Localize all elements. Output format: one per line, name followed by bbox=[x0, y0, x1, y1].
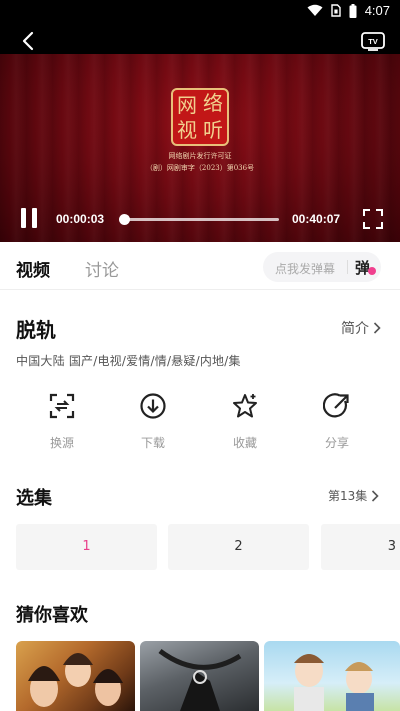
tab-discuss[interactable]: 讨论 bbox=[85, 256, 119, 281]
back-arrow-icon[interactable] bbox=[18, 30, 40, 52]
tab-video[interactable]: 视频 bbox=[16, 256, 50, 281]
tv-cast-icon[interactable]: TV bbox=[360, 30, 386, 52]
poster-figures bbox=[28, 653, 123, 707]
switch-source-label: 换源 bbox=[49, 436, 74, 450]
battery-icon bbox=[349, 3, 357, 18]
favorite-label: 收藏 bbox=[232, 436, 257, 450]
download-button[interactable]: 下载 bbox=[123, 392, 183, 451]
action-bar: 换源 下载 收藏 分享 bbox=[0, 392, 400, 458]
chevron-right-icon bbox=[373, 322, 381, 334]
svg-text:TV: TV bbox=[368, 37, 378, 46]
recommend-poster-1[interactable] bbox=[16, 641, 135, 711]
episodes-heading: 选集 bbox=[16, 488, 52, 509]
progress-slider[interactable] bbox=[119, 214, 279, 225]
episodes-more-button[interactable]: 第13集 bbox=[328, 487, 379, 504]
player-top-bar bbox=[0, 22, 400, 54]
favorite-button[interactable]: 收藏 bbox=[215, 392, 275, 451]
share-label: 分享 bbox=[324, 436, 349, 450]
intro-label: 简介 bbox=[341, 321, 369, 337]
star-icon bbox=[233, 394, 257, 418]
current-time: 00:00:03 bbox=[56, 212, 105, 226]
recommend-poster-2[interactable] bbox=[140, 641, 259, 711]
status-icons: 4:07 bbox=[307, 3, 390, 18]
danmaku-input[interactable]: 点我发弹幕 bbox=[275, 260, 335, 277]
download-label: 下载 bbox=[140, 436, 165, 450]
show-title: 脱轨 bbox=[16, 318, 56, 342]
switch-source-icon bbox=[49, 393, 75, 419]
download-icon bbox=[140, 393, 166, 419]
danmaku-divider bbox=[347, 260, 348, 274]
sim-card-icon bbox=[330, 4, 341, 17]
episode-item-2[interactable]: 2 bbox=[168, 524, 309, 570]
poster-chain bbox=[158, 648, 242, 711]
episode-item-1[interactable]: 1 bbox=[16, 524, 157, 570]
player-controls: 00:00:03 00:40:07 bbox=[0, 200, 400, 242]
status-time: 4:07 bbox=[364, 3, 390, 18]
video-player[interactable]: TV 网 络 视 听 网络剧片发行许可证 （剧）网剧审字（2023）第036号 … bbox=[0, 22, 400, 242]
fullscreen-icon[interactable] bbox=[362, 208, 384, 230]
license-title: 网络剧片发行许可证 bbox=[168, 152, 232, 160]
intro-button[interactable]: 简介 bbox=[341, 318, 381, 338]
episode-count-label: 第13集 bbox=[328, 489, 368, 503]
danmaku-bar: 点我发弹幕 弹 bbox=[263, 252, 381, 282]
content-tabs: 视频 讨论 点我发弹幕 弹 bbox=[0, 242, 400, 290]
pause-icon[interactable] bbox=[18, 208, 40, 230]
show-tags: 中国大陆 国产/电视/爱情/情/悬疑/内地/集 bbox=[16, 354, 241, 368]
danmaku-toggle[interactable]: 弹 bbox=[355, 257, 370, 278]
episode-item-3[interactable]: 3 bbox=[321, 524, 400, 570]
wifi-icon bbox=[307, 4, 323, 16]
chevron-right-icon bbox=[372, 489, 379, 502]
recommend-poster-3[interactable] bbox=[264, 641, 400, 711]
poster-anime bbox=[294, 654, 374, 711]
switch-source-button[interactable]: 换源 bbox=[32, 392, 92, 451]
share-button[interactable]: 分享 bbox=[307, 392, 367, 451]
recommend-heading: 猜你喜欢 bbox=[16, 605, 88, 626]
broadcast-license-logo: 网 络 视 听 bbox=[171, 88, 229, 146]
share-icon bbox=[322, 393, 349, 418]
total-time: 00:40:07 bbox=[292, 212, 341, 226]
danmaku-status-dot bbox=[368, 267, 376, 275]
status-bar: 4:07 bbox=[0, 0, 400, 22]
license-number: （剧）网剧审字（2023）第036号 bbox=[145, 164, 255, 172]
progress-knob[interactable] bbox=[119, 214, 131, 225]
